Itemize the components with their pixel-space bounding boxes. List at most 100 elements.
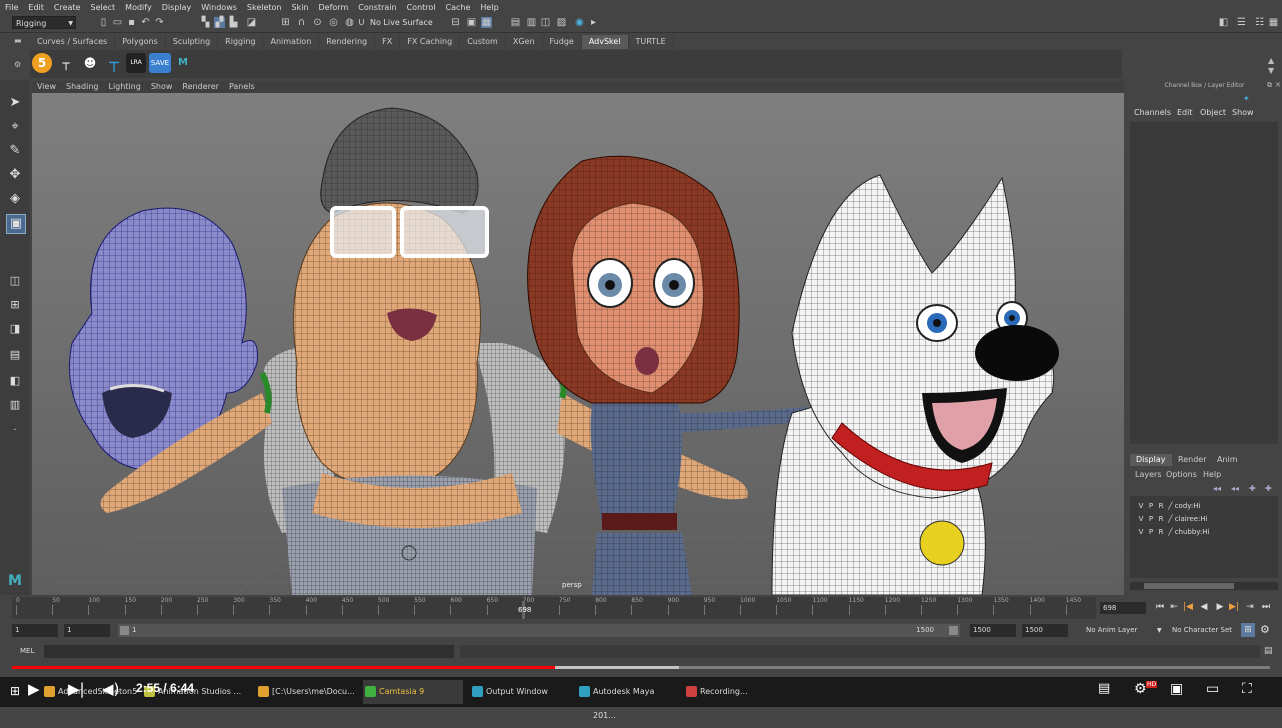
taskbar-item-output-window[interactable]: Output Window — [470, 680, 570, 704]
lasso-tool-icon[interactable]: ⌖ — [6, 118, 24, 136]
menu-modify[interactable]: Modify — [120, 3, 157, 12]
shelf-menu-icon[interactable]: ▬ — [14, 36, 22, 45]
menu-set-select[interactable]: Rigging ▼ — [12, 16, 76, 29]
menu-skin[interactable]: Skin — [287, 3, 314, 12]
skeleton-t-icon[interactable]: ┬ — [56, 53, 76, 73]
viewport-menu-panels[interactable]: Panels — [224, 81, 260, 93]
select-object-icon[interactable]: ▞ — [214, 17, 225, 28]
script-editor-icon[interactable]: ▤ — [1264, 646, 1273, 656]
video-progress-bar[interactable] — [12, 666, 1270, 669]
step-forward-key-icon[interactable]: ⇥ — [1244, 600, 1256, 614]
snap-grid-icon[interactable]: ⊞ — [280, 17, 291, 28]
redo-icon[interactable]: ↷ — [154, 17, 165, 28]
scale-tool-icon[interactable]: ▣ — [6, 214, 26, 234]
volume-icon[interactable]: ◀) — [102, 680, 119, 698]
animation-start-field[interactable]: 1 — [12, 624, 58, 637]
channel-box-toggle-icon[interactable]: ▦ — [1268, 17, 1279, 28]
menu-create[interactable]: Create — [49, 3, 86, 12]
shelf-gear-icon[interactable]: ⚙ — [14, 60, 21, 69]
channel-box-menu-edit[interactable]: Edit — [1177, 108, 1193, 117]
tab-rigging[interactable]: Rigging — [218, 35, 264, 49]
command-input[interactable] — [44, 645, 454, 658]
range-slider-end-handle[interactable] — [949, 626, 958, 635]
channel-box-menu-show[interactable]: Show — [1232, 108, 1254, 117]
viewport-menu-shading[interactable]: Shading — [61, 81, 104, 93]
render-view-icon[interactable]: ▣ — [466, 17, 477, 28]
tab-turtle[interactable]: TURTLE — [629, 35, 674, 49]
layer-menu-help[interactable]: Help — [1203, 470, 1221, 479]
select-component-icon[interactable]: ▙ — [228, 17, 239, 28]
command-language-label[interactable]: MEL — [20, 647, 34, 655]
workspace-icon[interactable]: ◧ — [1218, 17, 1229, 28]
ipr-render-icon[interactable]: ▦ — [481, 17, 492, 28]
anim-layer-select[interactable]: No Anim Layer — [1086, 624, 1137, 637]
number-5-icon[interactable]: 5 — [32, 53, 52, 73]
animation-end-field[interactable]: 1500 — [1022, 624, 1068, 637]
range-slider[interactable]: 1 1500 — [118, 624, 960, 637]
subtitles-icon[interactable]: ▤ — [1098, 680, 1110, 698]
tab-polygons[interactable]: Polygons — [115, 35, 166, 49]
layout-graph-icon[interactable]: ◧ — [6, 372, 24, 390]
menu-constrain[interactable]: Constrain — [353, 3, 401, 12]
taskbar-item-advancedskeleton[interactable]: AdvancedSkeleton5 — [42, 680, 142, 704]
new-layer-selected-icon[interactable]: ✚ — [1265, 484, 1272, 493]
lra-icon[interactable]: LRA — [126, 53, 146, 73]
tab-sculpting[interactable]: Sculpting — [166, 35, 219, 49]
layer-up-icon[interactable]: ◂◂ — [1213, 484, 1221, 493]
range-slider-start-handle[interactable] — [120, 626, 129, 635]
hypershade-icon[interactable]: ▥ — [526, 17, 537, 28]
tab-xgen[interactable]: XGen — [506, 35, 543, 49]
layout-four-icon[interactable]: ⊞ — [6, 296, 24, 314]
step-back-key-icon[interactable]: ⇤ — [1168, 600, 1180, 614]
layout-single-icon[interactable]: ◫ — [6, 272, 24, 290]
new-layer-icon[interactable]: ✚ — [1249, 484, 1256, 493]
snap-view-icon[interactable]: ◎ — [328, 17, 339, 28]
windows-start-icon[interactable]: ⊞ — [10, 684, 20, 698]
tool-settings-icon[interactable]: ☷ — [1254, 17, 1265, 28]
live-surface-label[interactable]: No Live Surface — [370, 16, 433, 30]
snap-curve-icon[interactable]: ∩ — [296, 17, 307, 28]
select-hierarchy-icon[interactable]: ▚ — [200, 17, 211, 28]
layer-menu-layers[interactable]: Layers — [1135, 470, 1161, 479]
channel-box-icon[interactable]: ✦ — [1243, 94, 1250, 103]
render-settings-icon[interactable]: ▤ — [510, 17, 521, 28]
layer-reference-toggle[interactable]: R — [1156, 526, 1166, 538]
layer-visibility-toggle[interactable]: V — [1136, 500, 1146, 512]
next-video-icon[interactable]: ▶| — [68, 680, 85, 698]
tab-fudge[interactable]: Fudge — [543, 35, 582, 49]
taskbar-item-maya[interactable]: Autodesk Maya 201... — [577, 680, 677, 720]
skeleton-blue-icon[interactable]: ┬ — [104, 53, 124, 73]
open-scene-icon[interactable]: ▭ — [112, 17, 123, 28]
tab-fx[interactable]: FX — [375, 35, 401, 49]
new-scene-icon[interactable]: ▯ — [98, 17, 109, 28]
menu-windows[interactable]: Windows — [196, 3, 242, 12]
step-back-frame-icon[interactable]: |◀ — [1182, 600, 1194, 614]
auto-key-icon[interactable]: ⊞ — [1241, 623, 1255, 637]
layer-menu-options[interactable]: Options — [1166, 470, 1197, 479]
animation-preferences-icon[interactable]: ⚙ — [1260, 623, 1270, 636]
menu-control[interactable]: Control — [402, 3, 441, 12]
viewport-menu-renderer[interactable]: Renderer — [177, 81, 224, 93]
go-to-start-icon[interactable]: ⏮ — [1154, 600, 1166, 614]
layer-scrollbar[interactable] — [1130, 582, 1278, 590]
channel-box-menu-channels[interactable]: Channels — [1134, 108, 1171, 117]
render-frame-icon[interactable]: ◫ — [540, 17, 551, 28]
layer-playback-toggle[interactable]: P — [1146, 526, 1156, 538]
play-icon[interactable]: ▶ — [28, 680, 40, 698]
settings-gear-icon[interactable]: ⚙ — [1134, 680, 1147, 698]
magnet-icon[interactable]: ∪ — [356, 17, 367, 28]
viewport-menu-lighting[interactable]: Lighting — [103, 81, 145, 93]
tab-animation[interactable]: Animation — [263, 35, 320, 49]
viewport-menu-show[interactable]: Show — [146, 81, 178, 93]
snap-surface-icon[interactable]: ◍ — [344, 17, 355, 28]
move-tool-icon[interactable]: ✥ — [6, 166, 24, 184]
playback-start-field[interactable]: 1 — [64, 624, 110, 637]
taskbar-item-camtasia[interactable]: Camtasia 9 — [363, 680, 463, 704]
skull-icon[interactable]: ☻ — [80, 53, 100, 73]
menu-skeleton[interactable]: Skeleton — [242, 3, 287, 12]
float-panel-icon[interactable]: ⧉ — [1267, 81, 1272, 90]
save-scene-icon[interactable]: ▪ — [126, 17, 137, 28]
taskbar-item-file-path[interactable]: [C:\Users\me\Docu... — [256, 680, 356, 704]
render-globals-icon[interactable]: ◉ — [574, 17, 585, 28]
menu-edit[interactable]: Edit — [23, 3, 49, 12]
